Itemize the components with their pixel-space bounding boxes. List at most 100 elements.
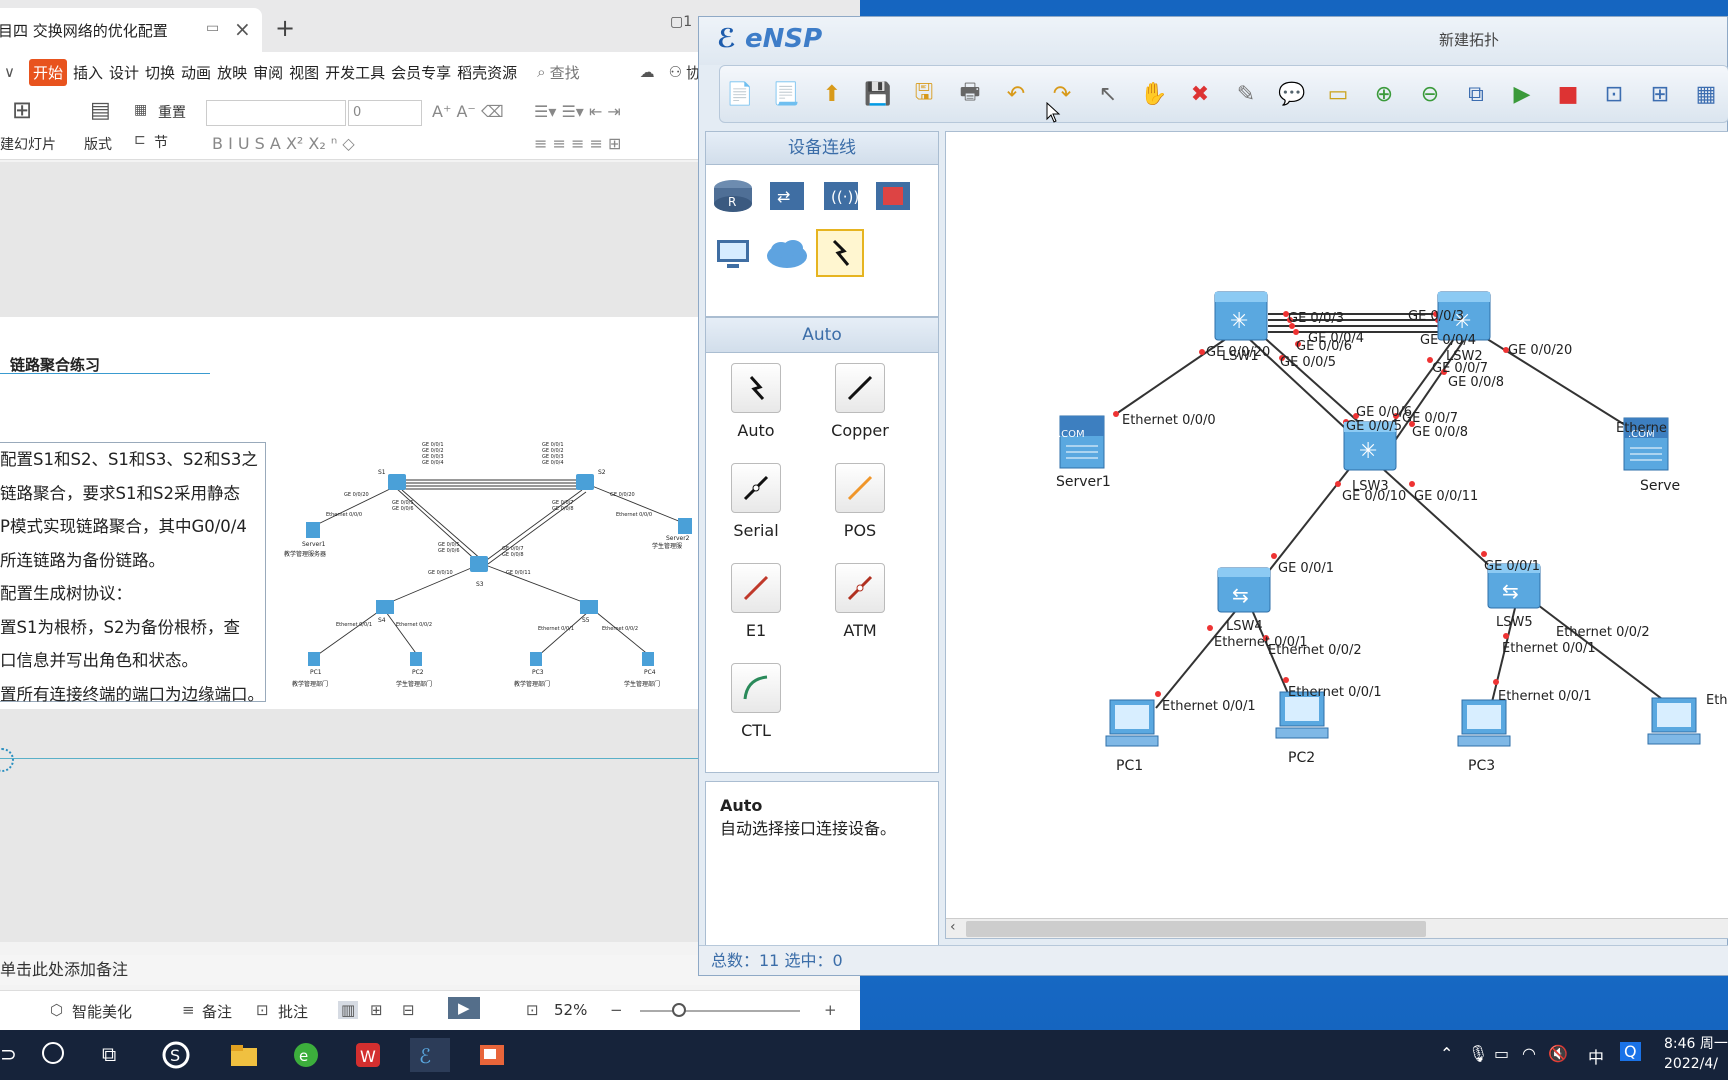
list-icons[interactable]: ☰▾ ☰▾ ⇤ ⇥ bbox=[534, 102, 621, 121]
normal-view-icon[interactable]: ▥ bbox=[338, 1001, 359, 1019]
menu-collapse-icon[interactable]: ∨ bbox=[4, 63, 15, 81]
new-topology-icon[interactable]: 📄 bbox=[724, 78, 756, 110]
scroll-left-icon[interactable]: ‹ bbox=[950, 919, 956, 935]
cloud-category-icon[interactable] bbox=[764, 231, 810, 277]
section-button[interactable]: 节 bbox=[154, 132, 168, 152]
open-icon[interactable]: ⬆ bbox=[816, 78, 848, 110]
reset-button[interactable]: 重置 bbox=[158, 102, 186, 122]
zoom-out-icon[interactable]: ⊖ bbox=[1414, 78, 1446, 110]
cable-category-icon[interactable] bbox=[816, 229, 864, 277]
font-family-select[interactable] bbox=[206, 100, 346, 126]
rectangle-icon[interactable]: ▭ bbox=[1322, 78, 1354, 110]
menu-docer[interactable]: 稻壳资源 bbox=[457, 62, 517, 83]
align-icons[interactable]: ≡ ≡ ≡ ≡ ⊞ bbox=[534, 134, 621, 153]
cable-auto[interactable]: Auto bbox=[706, 363, 806, 440]
menu-slideshow[interactable]: 放映 bbox=[217, 62, 247, 83]
zoom-out-button[interactable]: − bbox=[610, 1001, 623, 1019]
volume-mute-icon[interactable]: 🔇 bbox=[1548, 1044, 1568, 1063]
cable-copper[interactable]: Copper bbox=[810, 363, 910, 440]
window-layout-icon[interactable]: ▢1 bbox=[670, 14, 692, 30]
notes-button[interactable]: 备注 bbox=[202, 1001, 232, 1022]
cable-atm[interactable]: ATM bbox=[810, 563, 910, 640]
menu-view[interactable]: 视图 bbox=[289, 62, 319, 83]
pin-icon[interactable]: ▭ bbox=[206, 20, 219, 36]
menu-transition[interactable]: 切换 bbox=[145, 62, 175, 83]
clock[interactable]: 8:46 周一 2022/4/ bbox=[1664, 1034, 1728, 1074]
layout-button[interactable]: 版式 bbox=[84, 134, 112, 154]
pc3-device[interactable] bbox=[1457, 699, 1511, 747]
zoom-value[interactable]: 52% bbox=[554, 1001, 587, 1019]
pc-category-icon[interactable] bbox=[710, 231, 756, 277]
taskbar-app-s-icon[interactable]: S bbox=[156, 1038, 196, 1072]
zoom-slider[interactable] bbox=[640, 1010, 800, 1012]
reading-view-icon[interactable]: ⊟ bbox=[402, 1001, 415, 1019]
server1-device[interactable] bbox=[1059, 415, 1105, 469]
ensp-app-icon[interactable]: ℰ bbox=[410, 1038, 450, 1072]
menu-insert[interactable]: 插入 bbox=[73, 62, 103, 83]
microphone-icon[interactable]: 🎙 bbox=[1468, 1044, 1488, 1063]
ime-indicator[interactable]: 中 bbox=[1588, 1044, 1604, 1068]
qq-icon[interactable]: Q bbox=[1620, 1042, 1641, 1061]
delete-link-icon[interactable]: ✎ bbox=[1230, 78, 1262, 110]
zoom-in-icon[interactable]: ⊕ bbox=[1368, 78, 1400, 110]
zoom-in-button[interactable]: + bbox=[824, 1001, 837, 1019]
pc1-device[interactable] bbox=[1105, 699, 1159, 747]
lsw4-device[interactable] bbox=[1217, 567, 1271, 613]
task-view-icon[interactable]: ⧉ bbox=[102, 1042, 116, 1066]
undo-icon[interactable]: ↶ bbox=[1000, 78, 1032, 110]
scrollbar-thumb[interactable] bbox=[966, 921, 1426, 937]
lsw1-device[interactable] bbox=[1214, 291, 1268, 341]
grid-icon[interactable]: ▦ bbox=[1690, 78, 1722, 110]
horizontal-scrollbar[interactable]: ‹ bbox=[946, 918, 1728, 938]
close-tab-icon[interactable]: × bbox=[234, 17, 251, 41]
switch-category-icon[interactable]: ⇄ bbox=[764, 173, 810, 219]
tray-expand-icon[interactable]: ⌃ bbox=[1440, 1044, 1453, 1063]
save-icon[interactable]: 💾 bbox=[862, 78, 894, 110]
grid-view-icon[interactable]: ⊞ bbox=[370, 1001, 383, 1019]
font-grow-icon[interactable]: A⁺ A⁻ ⌫ bbox=[432, 102, 504, 121]
document-tab[interactable]: 目四 交换网络的优化配置 ▭ × bbox=[0, 8, 262, 52]
menu-review[interactable]: 审阅 bbox=[253, 62, 283, 83]
start-device-icon[interactable]: ▶ bbox=[1506, 78, 1538, 110]
fit-icon[interactable]: ⊡ bbox=[526, 1001, 539, 1019]
text-format-icons[interactable]: B I U S A X² X₂ ⁿ ◇ bbox=[212, 134, 355, 153]
battery-icon[interactable]: ▭ bbox=[1494, 1044, 1509, 1063]
wps-app-icon[interactable]: W bbox=[348, 1038, 388, 1072]
select-icon[interactable]: ↖ bbox=[1092, 78, 1124, 110]
cable-serial[interactable]: Serial bbox=[706, 463, 806, 540]
capture-icon[interactable]: ⊡ bbox=[1598, 78, 1630, 110]
cloud-icon[interactable]: ☁ bbox=[640, 63, 655, 81]
slide-text-box[interactable]: 配置S1和S2、S1和S3、S2和S3之 链路聚合，要求S1和S2采用静态 P模… bbox=[0, 442, 266, 704]
layout-icon[interactable]: ▤ bbox=[90, 98, 111, 123]
zoom-slider-thumb[interactable] bbox=[672, 1003, 686, 1017]
delete-icon[interactable]: ✖ bbox=[1184, 78, 1216, 110]
cortana-search-icon[interactable] bbox=[42, 1042, 64, 1064]
router-icon[interactable]: R bbox=[710, 173, 756, 219]
beautify-button[interactable]: 智能美化 bbox=[72, 1001, 132, 1022]
reset-view-icon[interactable]: ⧉ bbox=[1460, 78, 1492, 110]
wireless-category-icon[interactable]: ((·)) bbox=[818, 173, 864, 219]
print-icon[interactable]: 🖶 bbox=[954, 78, 986, 110]
topology-canvas[interactable]: ✳ ⇆ bbox=[945, 131, 1728, 939]
presentation-app-icon[interactable] bbox=[472, 1038, 512, 1072]
menu-design[interactable]: 设计 bbox=[109, 62, 139, 83]
new-slide-button[interactable]: 建幻灯片 bbox=[0, 134, 56, 154]
font-size-select[interactable]: 0 bbox=[348, 100, 422, 126]
stop-device-icon[interactable]: ■ bbox=[1552, 78, 1584, 110]
pan-hand-icon[interactable]: ✋ bbox=[1138, 78, 1170, 110]
cable-pos[interactable]: POS bbox=[810, 463, 910, 540]
new-slide-icon[interactable]: ⊞ bbox=[12, 96, 32, 124]
play-button[interactable]: ▶ bbox=[448, 997, 480, 1019]
menu-animation[interactable]: 动画 bbox=[181, 62, 211, 83]
new-example-icon[interactable]: 📃 bbox=[770, 78, 802, 110]
menu-member[interactable]: 会员专享 bbox=[391, 62, 451, 83]
new-tab-button[interactable]: + bbox=[275, 14, 295, 42]
file-explorer-icon[interactable] bbox=[224, 1038, 264, 1072]
topology-icon[interactable]: ⊞ bbox=[1644, 78, 1676, 110]
search-input[interactable]: 查找 bbox=[550, 62, 580, 83]
cable-e1[interactable]: E1 bbox=[706, 563, 806, 640]
pc4-device[interactable] bbox=[1647, 697, 1701, 745]
comment-button[interactable]: 批注 bbox=[278, 1001, 308, 1022]
firewall-category-icon[interactable] bbox=[870, 173, 916, 219]
network-icon[interactable]: ◠ bbox=[1522, 1044, 1536, 1063]
